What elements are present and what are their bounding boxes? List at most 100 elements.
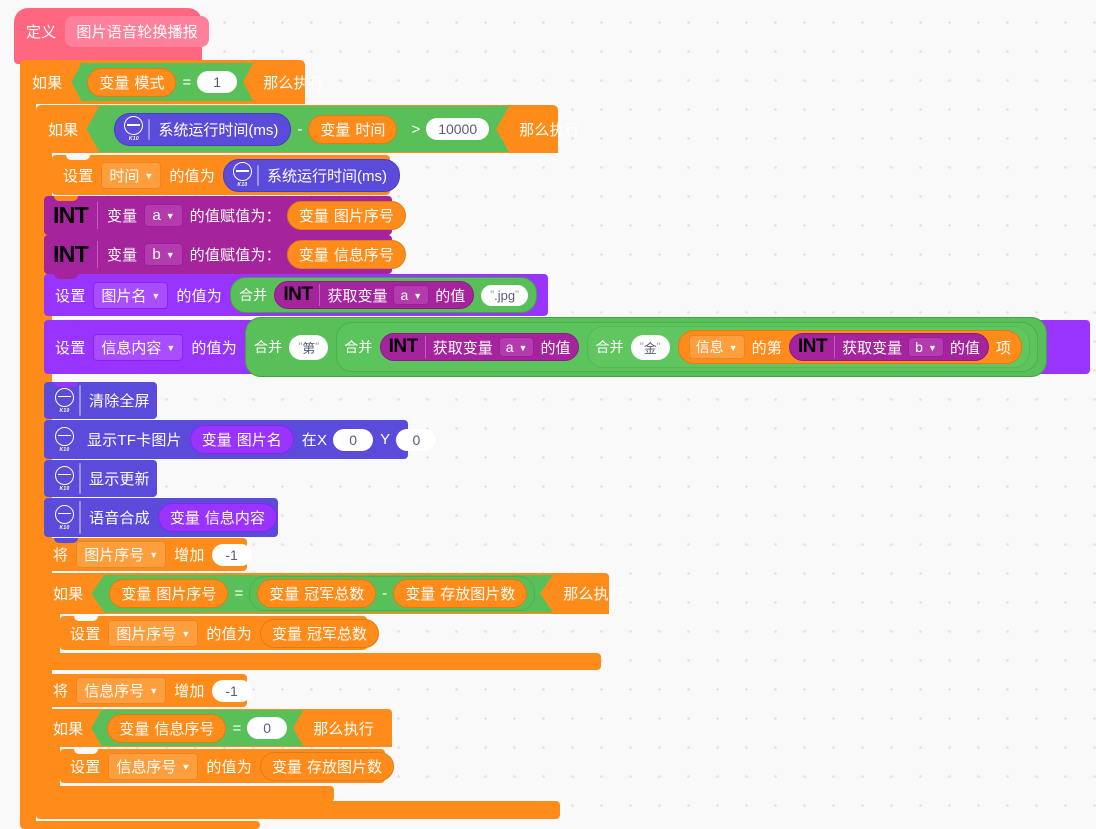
get-a-name-dropdown[interactable]: a ▼ [498,337,535,357]
set-imageindex-block[interactable]: 设置 图片序号 ▼ 的值为 变量 冠军总数 [60,616,379,650]
greater-than-operator[interactable]: K10 系统运行时间(ms) - 变量 时间 > 10000 [86,106,509,152]
if-messageindex-left-spine [44,747,60,786]
variable-champion-total-reporter[interactable]: 变量 冠军总数 [259,618,379,648]
join-operator-inner[interactable]: 合并 " 金 " 信息 ▼ 的第 INT 获取变量 b ▼ 的值 项 [587,326,1031,368]
speech-synthesis-block[interactable]: K10 语音合成 变量 信息内容 [44,498,278,537]
subtract-operator[interactable]: K10 系统运行时间(ms) - 变量 时间 [106,111,405,148]
dropdown-value: a [152,207,161,224]
blockly-workspace[interactable]: 定义 图片语音轮换播报 如果 变量 模式 = 1 那么执行 如果 K10 系统运… [0,0,1096,829]
equals-symbol: = [232,719,242,737]
string-value: .jpg [494,287,516,303]
minus-symbol: - [382,585,388,602]
join-operator[interactable]: 合并 INT 获取变量 a ▼ 的值 " .jpg " [229,277,537,313]
messageindex-value-input[interactable]: 0 [247,717,287,739]
if-label: 如果 [53,586,84,603]
change-imageindex-target-dropdown[interactable]: 图片序号 ▼ [76,541,167,568]
dropdown-value: 图片序号 [116,625,177,643]
get-a-name-dropdown[interactable]: a ▼ [393,285,430,305]
var-keyword: 变量 [271,758,302,776]
list-name-dropdown[interactable]: 信息 ▼ [688,335,745,359]
int-b-name-dropdown[interactable]: b ▼ [144,243,183,266]
get-b-name-dropdown[interactable]: b ▼ [908,337,944,357]
join-operator-middle[interactable]: 合并 INT 获取变量 a ▼ 的值 合并 " 金 " 信息 ▼ 的第 INT … [336,322,1039,372]
change-messageindex-value-input[interactable]: -1 [211,679,252,702]
x-value-input[interactable]: 0 [333,428,374,451]
set-imagename-block[interactable]: 设置 图片名 ▼ 的值为 合并 INT 获取变量 a ▼ 的值 " .jpg " [44,274,548,316]
if-mode-block[interactable]: 如果 变量 模式 = 1 那么执行 [20,60,324,104]
int-assign-b-block[interactable]: INT 变量 b ▼ 的值赋值为： 变量 信息序号 [44,235,406,274]
system-runtime-reporter[interactable]: K10 系统运行时间(ms) [114,113,291,146]
equals-operator-messageindex[interactable]: 变量 信息序号 = 0 [91,710,303,746]
variable-imgindex-reporter[interactable]: 变量 图片序号 [109,579,228,608]
jpg-string-input[interactable]: " .jpg " [481,284,528,306]
equals-operator-mode[interactable]: 变量 模式 = 1 [71,63,253,101]
get-variable-a-reporter[interactable]: INT 获取变量 a ▼ 的值 [379,333,580,361]
var-name: 信息序号 [333,247,394,264]
set-time-block[interactable]: 设置 时间 ▼ 的值为 K10 系统运行时间(ms) [52,155,400,195]
then-label: 那么执行 [519,121,580,139]
di-string-input[interactable]: " 第 " [289,334,329,360]
procedure-name-label: 图片语音轮换播报 [76,24,199,41]
define-hat-block[interactable]: 定义 图片语音轮换播报 [14,8,210,69]
var-name: 模式 [134,74,165,92]
timeout-value-input[interactable]: 10000 [426,118,489,140]
display-update-block[interactable]: K10 显示更新 [44,460,157,497]
variable-time-reporter[interactable]: 变量 时间 [308,115,397,144]
value-label: 的值为 [191,339,237,357]
variable-msgcontent-reporter[interactable]: 变量 信息内容 [157,503,277,532]
var-keyword: 变量 [271,625,302,643]
set-label: 设置 [63,167,94,185]
if-messageindex-block[interactable]: 如果 变量 信息序号 = 0 那么执行 [44,709,392,747]
list-item-of-reporter[interactable]: 信息 ▼ 的第 INT 获取变量 b ▼ 的值 项 [677,330,1023,364]
equals-operator-imageindex[interactable]: 变量 图片序号 = 变量 冠军总数 - 变量 存放图片数 [91,575,553,613]
join-operator-outer[interactable]: 合并 " 第 " 合并 INT 获取变量 a ▼ 的值 合并 " 金 " 信息 … [244,317,1048,377]
set-messageindex-target-dropdown[interactable]: 信息序号 ▼ [108,752,199,780]
int-a-name-dropdown[interactable]: a ▼ [144,204,183,227]
variable-stored-images-reporter[interactable]: 变量 存放图片数 [393,579,527,608]
dropdown-value: a [400,287,409,303]
show-tf-image-block[interactable]: K10 显示TF卡图片 变量 图片名 在X 0 Y 0 [44,420,437,459]
mode-value-input[interactable]: 1 [197,71,237,93]
string-value: 第 [302,340,316,356]
chevron-down-icon: ▼ [728,342,738,353]
get-variable-a-reporter[interactable]: INT 获取变量 a ▼ 的值 [274,281,475,309]
variable-imagename-reporter[interactable]: 变量 图片名 [189,425,294,454]
procedure-name-chip[interactable]: 图片语音轮换播报 [65,16,210,47]
set-imagename-target-dropdown[interactable]: 图片名 ▼ [93,281,169,309]
change-imageindex-block[interactable]: 将 图片序号 ▼ 增加 -1 [44,538,252,571]
change-messageindex-target-dropdown[interactable]: 信息序号 ▼ [76,677,167,704]
change-imageindex-value-input[interactable]: -1 [211,543,252,566]
set-messagecontent-target-dropdown[interactable]: 信息内容 ▼ [93,333,184,361]
set-messagecontent-block[interactable]: 设置 信息内容 ▼ 的值为 合并 " 第 " 合并 INT 获取变量 a ▼ 的… [44,317,1090,377]
dropdown-value: 图片名 [101,287,147,305]
change-messageindex-block[interactable]: 将 信息序号 ▼ 增加 -1 [44,674,252,707]
if-label: 如果 [48,121,79,139]
variable-champion-total-reporter[interactable]: 变量 冠军总数 [257,579,376,608]
clear-screen-block[interactable]: K10 清除全屏 [44,382,157,419]
var-keyword: 变量 [201,432,232,449]
y-value-input[interactable]: 0 [396,428,437,451]
if-imageindex-block[interactable]: 如果 变量 图片序号 = 变量 冠军总数 - 变量 存放图片数 那么执行 [44,573,624,614]
variable-mode-reporter[interactable]: 变量 模式 [87,68,176,97]
get-label: 获取变量 [432,339,493,357]
minus-symbol: - [297,120,303,138]
dropdown-value: a [505,339,514,355]
set-time-target-dropdown[interactable]: 时间 ▼ [101,161,162,189]
int-assign-a-block[interactable]: INT 变量 a ▼ 的值赋值为： 变量 图片序号 [44,196,406,235]
system-runtime-reporter[interactable]: K10 系统运行时间(ms) [222,158,400,192]
by-label: 增加 [174,547,205,564]
variable-msgindex-reporter[interactable]: 变量 信息序号 [286,240,406,269]
variable-imgindex-reporter[interactable]: 变量 图片序号 [286,201,406,230]
set-imageindex-target-dropdown[interactable]: 图片序号 ▼ [108,619,199,647]
dropdown-value: b [915,339,923,355]
x-label: 在X [301,432,328,449]
get-variable-b-reporter[interactable]: INT 获取变量 b ▼ 的值 [789,333,989,361]
jin-string-input[interactable]: " 金 " [630,334,670,360]
chevron-down-icon: ▼ [413,290,423,301]
subtract-operator[interactable]: 变量 冠军总数 - 变量 存放图片数 [249,576,535,611]
set-messageindex-block[interactable]: 设置 信息序号 ▼ 的值为 变量 存放图片数 [60,749,394,783]
change-label: 将 [53,683,69,700]
if-timer-block[interactable]: 如果 K10 系统运行时间(ms) - 变量 时间 > 10000 那么执行 [36,105,580,153]
variable-stored-images-reporter[interactable]: 变量 存放图片数 [259,751,394,781]
variable-msgindex-reporter[interactable]: 变量 信息序号 [107,714,226,743]
